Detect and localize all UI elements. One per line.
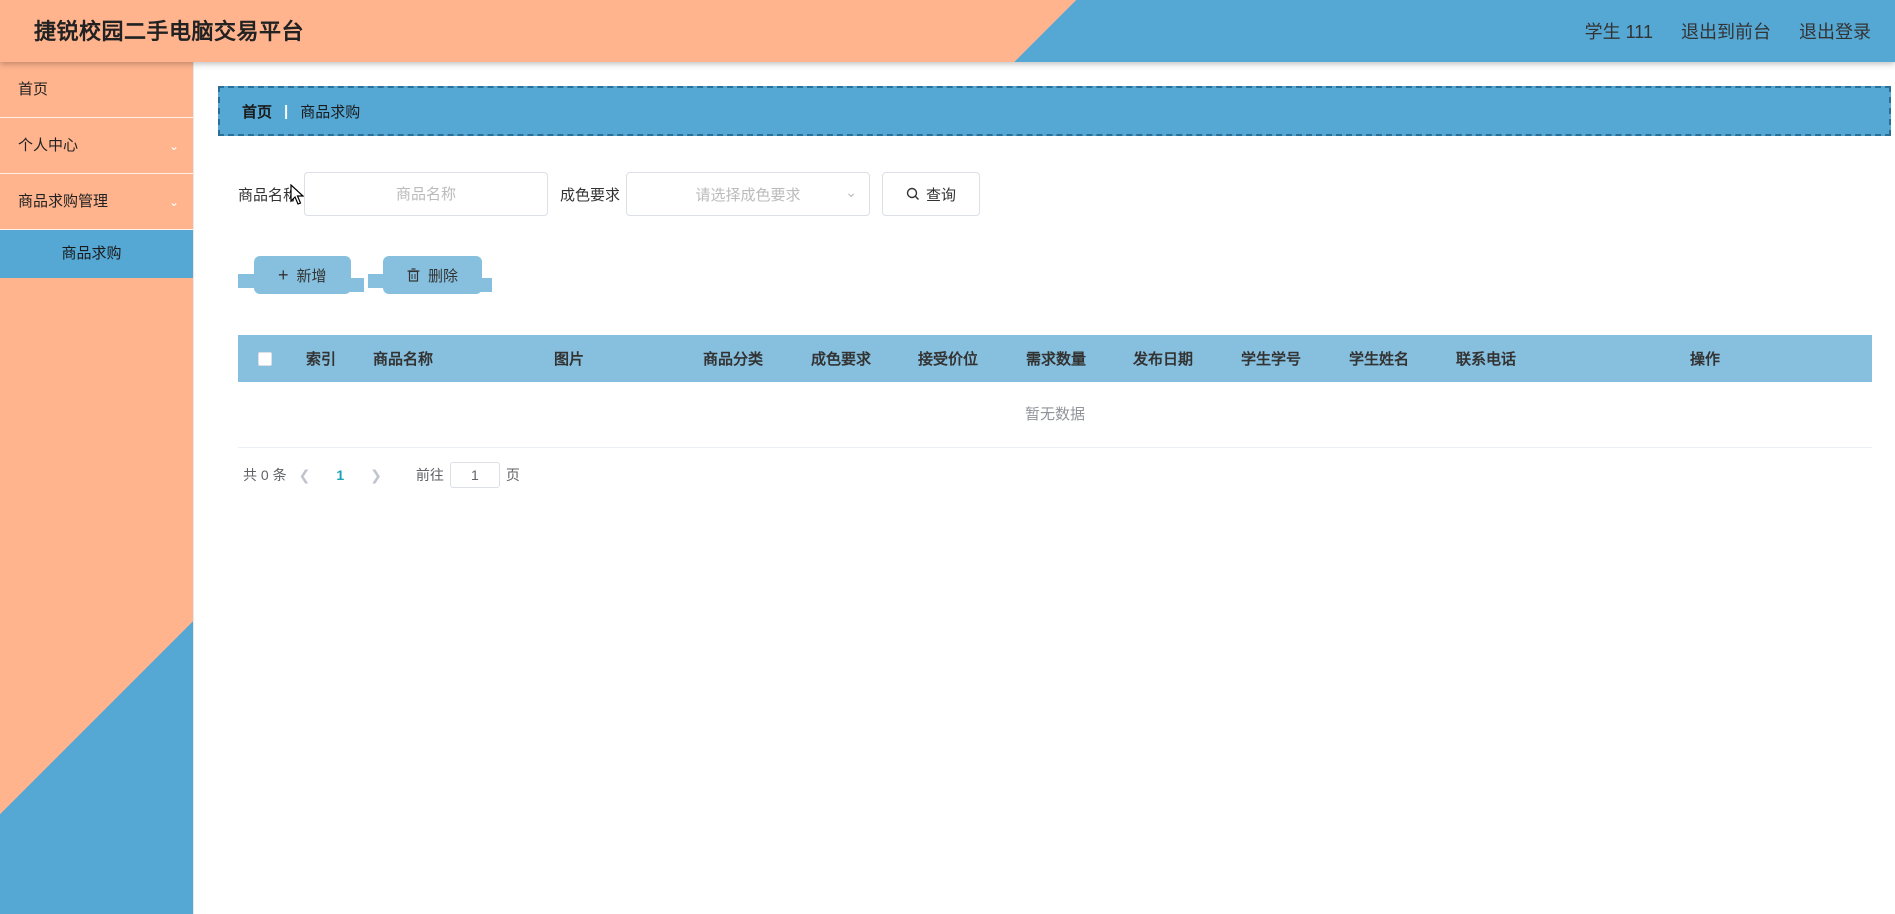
breadcrumb: 首页 | 商品求购 <box>218 86 1891 136</box>
delete-button[interactable]: 删除 <box>383 256 483 294</box>
column-header: 学生姓名 <box>1349 351 1410 368</box>
app-title: 捷锐校园二手电脑交易平台 <box>34 19 305 44</box>
delete-button-label: 删除 <box>428 267 459 285</box>
trash-icon <box>407 268 420 282</box>
sidebar-item-label: 商品求购管理 <box>18 193 109 210</box>
chevron-down-icon: ⌄ <box>168 195 179 209</box>
total-count: 共 0 条 <box>243 467 287 483</box>
product-name-input[interactable] <box>304 172 549 216</box>
user-name[interactable]: 学生 111 <box>1585 18 1653 44</box>
breadcrumb-current: 商品求购 <box>300 103 361 121</box>
select-all-checkbox[interactable] <box>258 351 272 366</box>
plus-icon: + <box>278 265 289 285</box>
sidebar: 首页 个人中心 ⌄ 商品求购管理 ⌄ 商品求购 <box>0 62 194 914</box>
sidebar-item-label: 首页 <box>18 81 49 98</box>
column-header: 操作 <box>1690 351 1721 368</box>
select-all-cell <box>238 351 306 366</box>
goto-label: 前往 <box>415 467 444 483</box>
sidebar-subitem-purchase[interactable]: 商品求购 <box>0 230 193 278</box>
column-header: 图片 <box>554 351 585 368</box>
sidebar-item-label: 个人中心 <box>18 137 79 154</box>
column-header: 成色要求 <box>811 351 872 368</box>
logout-link[interactable]: 退出登录 <box>1799 18 1871 44</box>
column-header: 需求数量 <box>1026 351 1087 368</box>
top-header: 捷锐校园二手电脑交易平台 学生 111 退出到前台 退出登录 <box>0 0 1895 62</box>
sidebar-item-personal-center[interactable]: 个人中心 ⌄ <box>0 118 193 174</box>
breadcrumb-separator: | <box>284 102 289 120</box>
search-icon <box>906 187 920 200</box>
table-header: 索引 商品名称 图片 商品分类 成色要求 接受价位 需求数量 发布日期 学生学号… <box>238 335 1872 382</box>
column-header: 商品分类 <box>703 351 764 368</box>
sidebar-item-home[interactable]: 首页 <box>0 62 193 118</box>
page-number[interactable]: 1 <box>336 467 344 483</box>
query-button[interactable]: 查询 <box>882 172 981 216</box>
condition-select-placeholder: 请选择成色要求 <box>695 186 801 204</box>
column-header: 商品名称 <box>373 351 434 368</box>
goto-page-input[interactable] <box>449 462 500 488</box>
chevron-left-icon[interactable]: ❮ <box>299 467 311 484</box>
chevron-right-icon[interactable]: ❯ <box>370 467 382 484</box>
sidebar-item-purchase-management[interactable]: 商品求购管理 ⌄ <box>0 174 193 230</box>
column-header: 接受价位 <box>918 351 979 368</box>
column-header: 发布日期 <box>1133 351 1194 368</box>
search-form: 商品名称 成色要求 请选择成色要求 ⌄ 查询 <box>238 172 981 216</box>
pagination: 共 0 条 ❮ 1 ❯ 前往 页 <box>243 462 520 488</box>
mouse-cursor-icon <box>290 184 304 205</box>
condition-select[interactable]: 请选择成色要求 ⌄ <box>626 172 871 216</box>
action-buttons: + 新增 删除 <box>238 256 498 296</box>
condition-label: 成色要求 <box>560 186 621 204</box>
exit-to-front-link[interactable]: 退出到前台 <box>1681 18 1771 44</box>
chevron-down-icon: ⌄ <box>168 139 179 153</box>
query-button-label: 查询 <box>926 186 957 204</box>
page-suffix: 页 <box>505 467 520 483</box>
empty-state: 暂无数据 <box>238 382 1872 448</box>
column-header: 学生学号 <box>1241 351 1302 368</box>
breadcrumb-home[interactable]: 首页 <box>242 101 272 122</box>
add-button-label: 新增 <box>296 267 327 285</box>
add-button[interactable]: + 新增 <box>254 256 351 294</box>
purchase-table: 索引 商品名称 图片 商品分类 成色要求 接受价位 需求数量 发布日期 学生学号… <box>238 335 1872 448</box>
column-header: 索引 <box>306 351 337 368</box>
chevron-down-icon: ⌄ <box>845 184 858 200</box>
header-links: 学生 111 退出到前台 退出登录 <box>1585 18 1871 44</box>
product-name-label: 商品名称 <box>238 186 299 204</box>
column-header: 联系电话 <box>1456 351 1517 368</box>
